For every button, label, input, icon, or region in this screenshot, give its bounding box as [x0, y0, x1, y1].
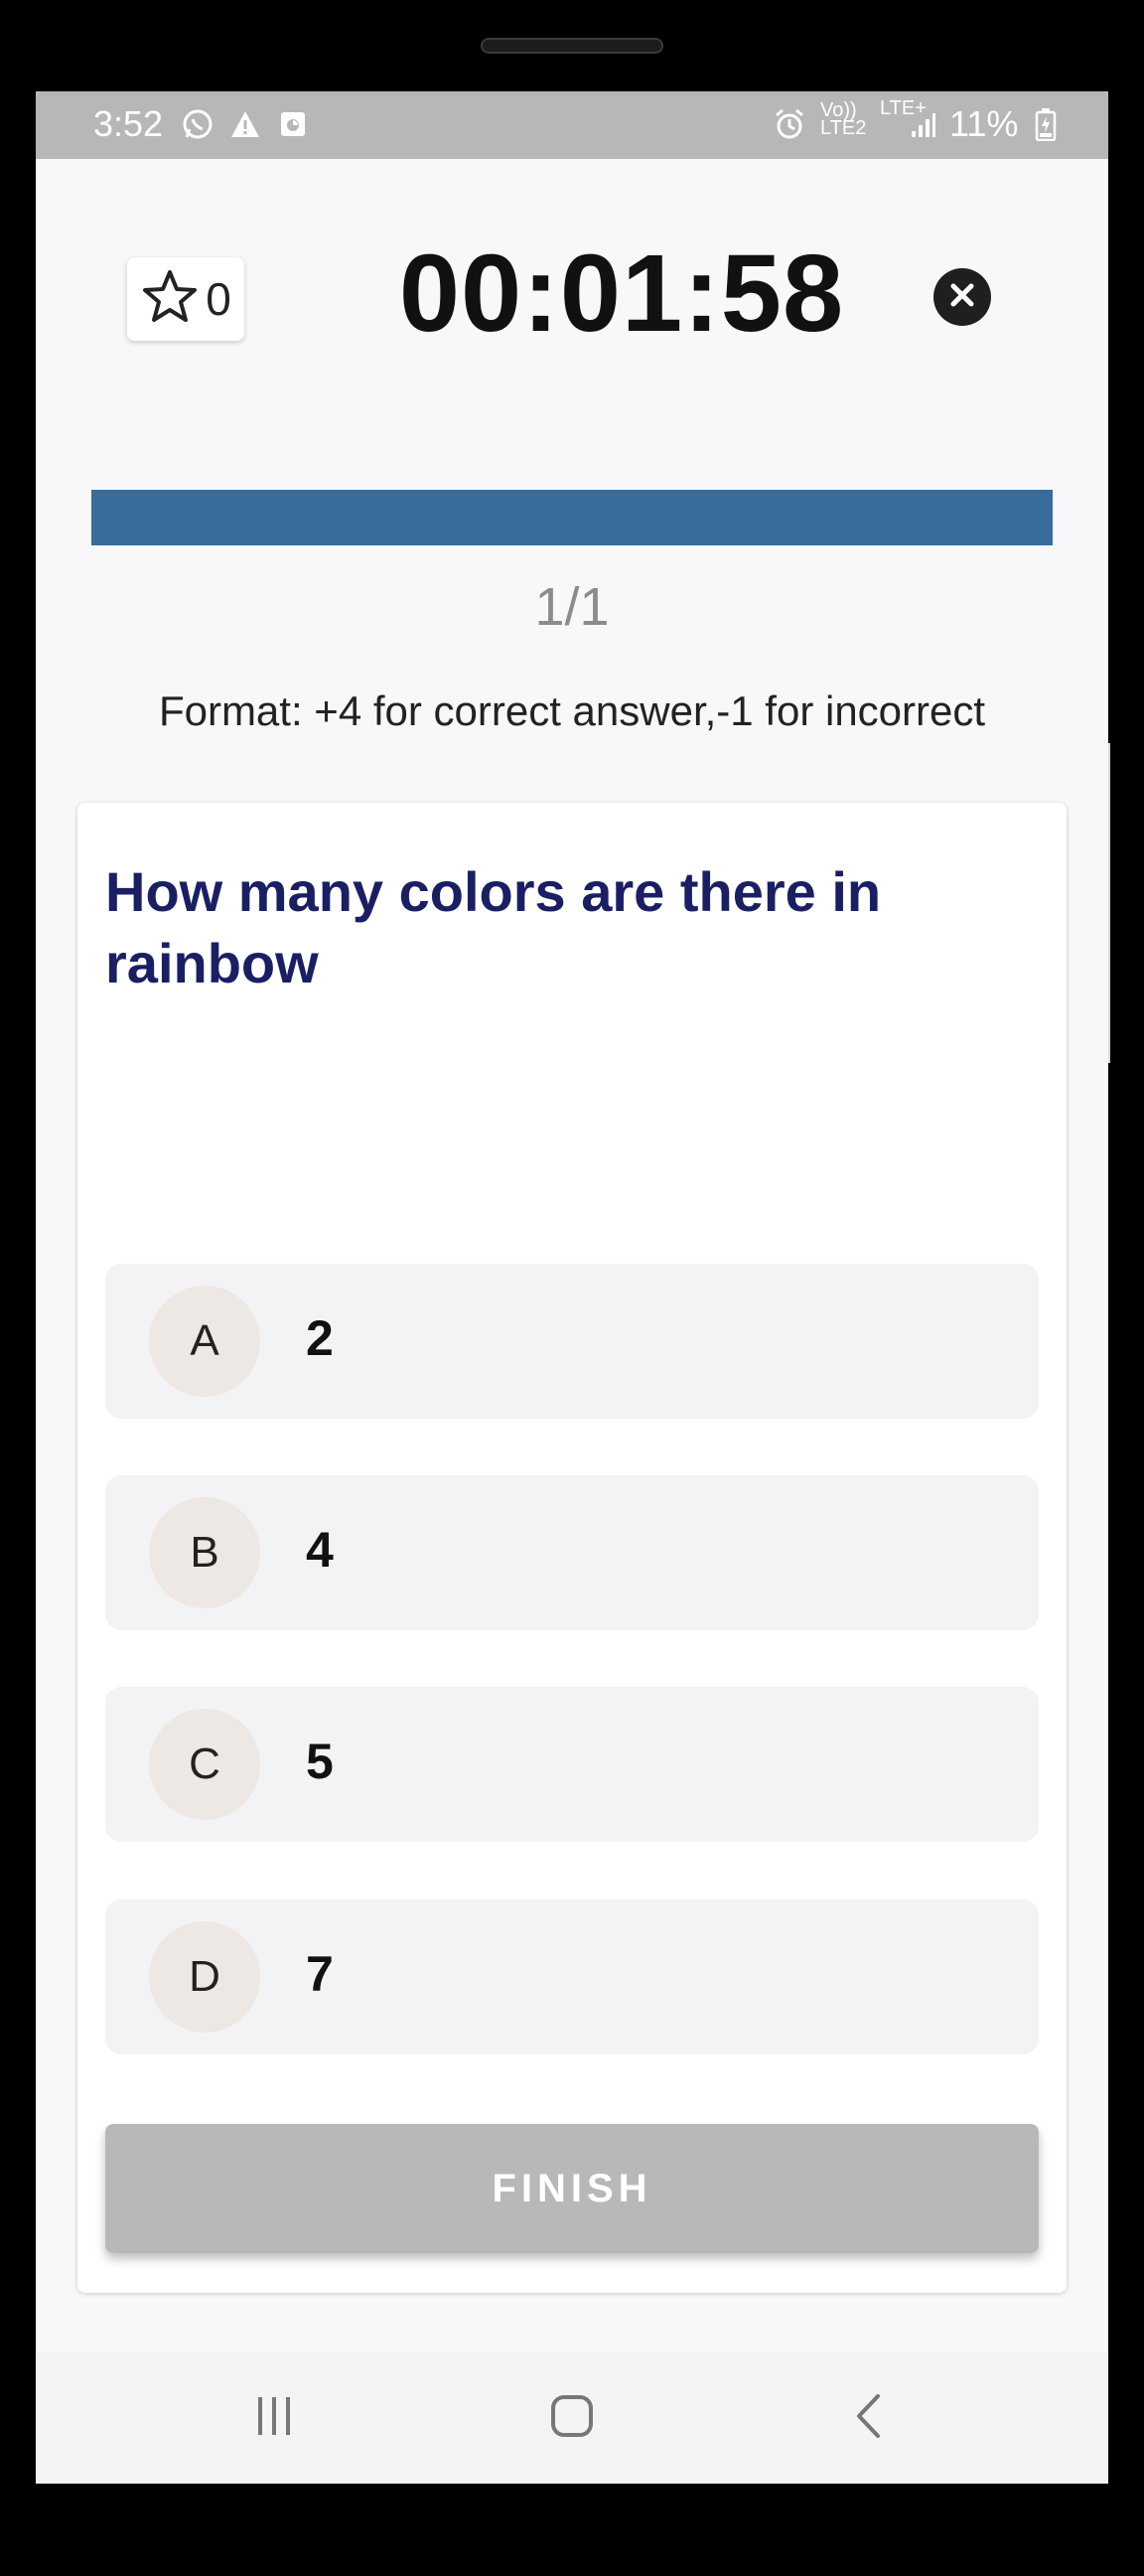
option-text: 2: [306, 1310, 334, 1366]
timer: 00:01:58: [398, 232, 845, 355]
option-a[interactable]: A 2: [105, 1264, 1039, 1419]
home-icon: [547, 2391, 597, 2446]
option-text: 4: [306, 1522, 334, 1578]
star-icon: [140, 267, 200, 332]
option-d[interactable]: D 7: [105, 1899, 1039, 2054]
option-b[interactable]: B 4: [105, 1475, 1039, 1630]
phone-frame: 3:52 Vo)) LTE2 LTE+ 11% 0 00:01:58 1/1 F…: [0, 0, 1144, 2576]
battery-icon: [1029, 107, 1063, 141]
option-letter: B: [149, 1497, 260, 1608]
option-text: 5: [306, 1734, 334, 1789]
option-text: 7: [306, 1946, 334, 2002]
progress-fill: [91, 490, 1053, 545]
warning-icon: [228, 107, 262, 141]
alarm-icon: [773, 107, 806, 141]
recent-apps-button[interactable]: [234, 2386, 314, 2450]
option-letter: D: [149, 1921, 260, 2033]
bookmark-button[interactable]: 0: [127, 257, 244, 341]
question-text: How many colors are there in rainbow: [105, 860, 882, 994]
status-time: 3:52: [93, 103, 164, 144]
option-letter: A: [149, 1286, 260, 1397]
signal-icon: [906, 107, 939, 141]
bookmark-count: 0: [206, 273, 231, 325]
network-lte2-label: LTE2: [820, 117, 867, 139]
back-icon: [845, 2391, 895, 2446]
question-card: How many colors are there in rainbow A 2…: [77, 803, 1067, 2293]
finish-button[interactable]: FINISH: [105, 2124, 1039, 2253]
home-button[interactable]: [532, 2386, 612, 2450]
navigation-bar: [36, 2352, 1108, 2484]
speaker-grille: [481, 38, 663, 54]
progress-bar: [91, 490, 1053, 545]
close-button[interactable]: [933, 268, 991, 326]
close-icon: [947, 280, 977, 315]
recent-apps-icon: [249, 2391, 299, 2446]
sim-icon: [276, 107, 310, 141]
option-letter: C: [149, 1709, 260, 1820]
marking-format: Format: +4 for correct answer,-1 for inc…: [158, 687, 986, 734]
option-c[interactable]: C 5: [105, 1687, 1039, 1842]
battery-percent: 11%: [949, 103, 1019, 144]
screen: 3:52 Vo)) LTE2 LTE+ 11% 0 00:01:58 1/1 F…: [36, 91, 1108, 2484]
status-bar: 3:52 Vo)) LTE2 LTE+ 11%: [36, 91, 1108, 159]
question-counter: 1/1: [534, 577, 610, 637]
whatsapp-icon: [181, 107, 214, 141]
back-button[interactable]: [830, 2386, 910, 2450]
